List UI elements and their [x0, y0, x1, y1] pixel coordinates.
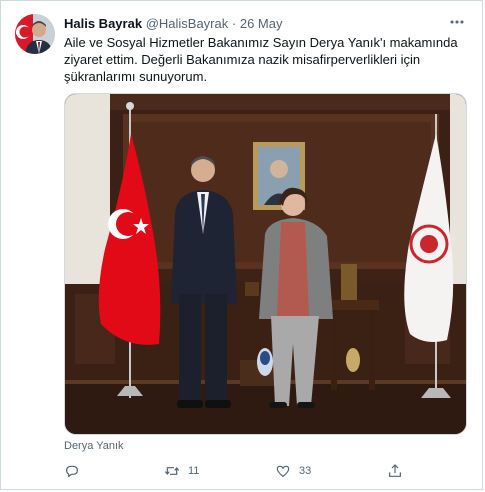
like-count: 33 [299, 465, 312, 477]
tweet-actions: 11 33 [64, 462, 464, 480]
like-button[interactable]: 33 [275, 462, 311, 480]
author-avatar[interactable] [15, 14, 55, 54]
tweet-text: Aile ve Sosyal Hizmetler Bakanımız Sayın… [64, 35, 458, 84]
retweet-button[interactable]: 11 [164, 462, 199, 480]
tweet-header: Halis Bayrak @HalisBayrak · 26 May [64, 16, 282, 32]
reply-button[interactable] [64, 462, 88, 480]
more-dots-icon [450, 20, 464, 24]
reply-icon [66, 465, 78, 477]
more-options-button[interactable] [448, 13, 466, 31]
photo-image [65, 94, 466, 434]
tweet-photo[interactable] [64, 93, 467, 435]
share-button[interactable] [387, 462, 403, 480]
heart-icon [276, 465, 290, 477]
tweet-date[interactable]: 26 May [240, 16, 283, 31]
tweet-card[interactable]: Halis Bayrak @HalisBayrak · 26 May Aile … [0, 0, 483, 490]
photo-tag[interactable]: Derya Yanık [64, 440, 124, 452]
retweet-icon [164, 467, 180, 475]
header-separator: · [231, 16, 237, 31]
retweet-count: 11 [188, 465, 200, 477]
avatar-image [15, 14, 55, 54]
tagged-user-name[interactable]: Derya Yanık [64, 440, 124, 452]
author-handle[interactable]: @HalisBayrak [146, 16, 229, 31]
author-name[interactable]: Halis Bayrak [64, 16, 142, 31]
share-icon [389, 464, 401, 477]
